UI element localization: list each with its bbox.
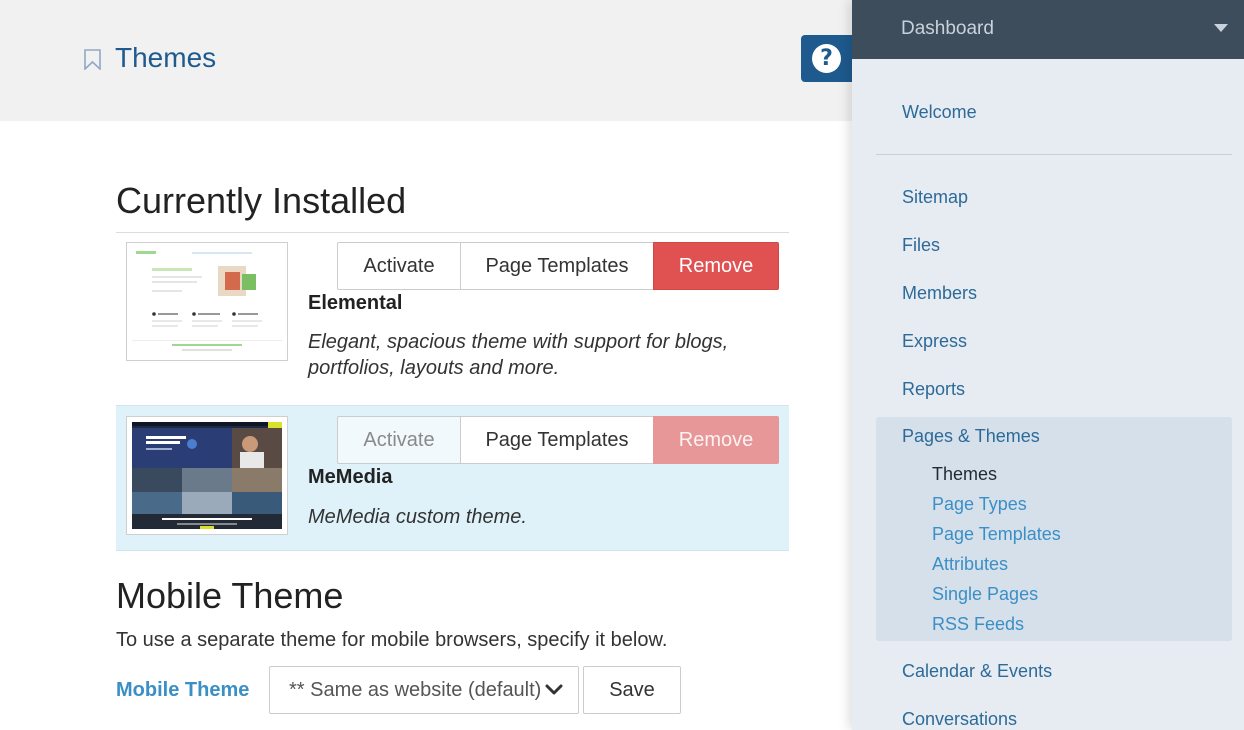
question-icon: ? xyxy=(812,44,841,73)
sidebar-subitem-page-templates[interactable]: Page Templates xyxy=(932,524,1061,545)
memedia-preview-image xyxy=(132,422,282,529)
theme-row-elemental: Activate Page Templates Remove Elemental… xyxy=(116,233,789,405)
activate-button[interactable]: Activate xyxy=(337,242,461,290)
sidebar-item-welcome[interactable]: Welcome xyxy=(902,102,977,123)
sidebar-divider xyxy=(876,154,1232,155)
remove-button[interactable]: Remove xyxy=(653,242,779,290)
sidebar-item-members[interactable]: Members xyxy=(902,283,977,304)
theme-description: Elegant, spacious theme with support for… xyxy=(308,331,729,379)
help-button[interactable]: ? xyxy=(801,35,852,82)
save-button[interactable]: Save xyxy=(583,666,681,714)
sidebar-subitem-attributes[interactable]: Attributes xyxy=(932,554,1008,575)
mobile-theme-selected-value: ** Same as website (default) xyxy=(289,678,542,701)
sidebar-item-calendar-events[interactable]: Calendar & Events xyxy=(902,661,1052,682)
sidebar-item-sitemap[interactable]: Sitemap xyxy=(902,187,968,208)
sidebar-subitem-single-pages[interactable]: Single Pages xyxy=(932,584,1038,605)
sidebar-item-pages-themes[interactable]: Pages & Themes xyxy=(902,426,1040,447)
activate-button: Activate xyxy=(337,416,461,464)
theme-name: MeMedia xyxy=(308,466,393,488)
sidebar-subitem-page-types[interactable]: Page Types xyxy=(932,494,1027,515)
elemental-preview-image xyxy=(132,248,282,355)
theme-name: Elemental xyxy=(308,292,403,314)
sidebar-item-conversations[interactable]: Conversations xyxy=(902,709,1017,730)
mobile-theme-label: Mobile Theme xyxy=(116,679,250,701)
sidebar-subitem-rss-feeds[interactable]: RSS Feeds xyxy=(932,614,1024,635)
theme-description: MeMedia custom theme. xyxy=(308,506,527,528)
installed-title: Currently Installed xyxy=(116,180,407,221)
theme-thumbnail-memedia xyxy=(126,416,288,535)
page-templates-button[interactable]: Page Templates xyxy=(460,416,654,464)
theme-actions-memedia: Activate Page Templates Remove xyxy=(337,416,779,464)
mobile-theme-select[interactable]: ** Same as website (default) xyxy=(269,666,579,714)
sidebar-item-reports[interactable]: Reports xyxy=(902,379,965,400)
dashboard-header[interactable]: Dashboard xyxy=(852,0,1244,59)
page-header: Themes xyxy=(0,0,852,121)
sidebar-item-express[interactable]: Express xyxy=(902,331,967,352)
sidebar-item-files[interactable]: Files xyxy=(902,235,940,256)
caret-down-icon[interactable] xyxy=(1214,24,1228,32)
bookmark-icon[interactable] xyxy=(84,49,101,70)
dashboard-label: Dashboard xyxy=(901,18,994,39)
theme-row-memedia: Activate Page Templates Remove MeMedia M… xyxy=(116,405,789,551)
mobile-theme-title: Mobile Theme xyxy=(116,575,344,616)
page-title: Themes xyxy=(115,42,217,73)
chevron-down-icon xyxy=(545,684,563,695)
page-templates-button[interactable]: Page Templates xyxy=(460,242,654,290)
theme-actions-elemental: Activate Page Templates Remove xyxy=(337,242,779,290)
mobile-theme-description: To use a separate theme for mobile brows… xyxy=(116,629,668,651)
remove-button: Remove xyxy=(653,416,779,464)
sidebar-subitem-themes[interactable]: Themes xyxy=(932,464,997,485)
sidebar: Dashboard Welcome Sitemap Files Members … xyxy=(852,0,1244,730)
theme-thumbnail-elemental xyxy=(126,242,288,361)
